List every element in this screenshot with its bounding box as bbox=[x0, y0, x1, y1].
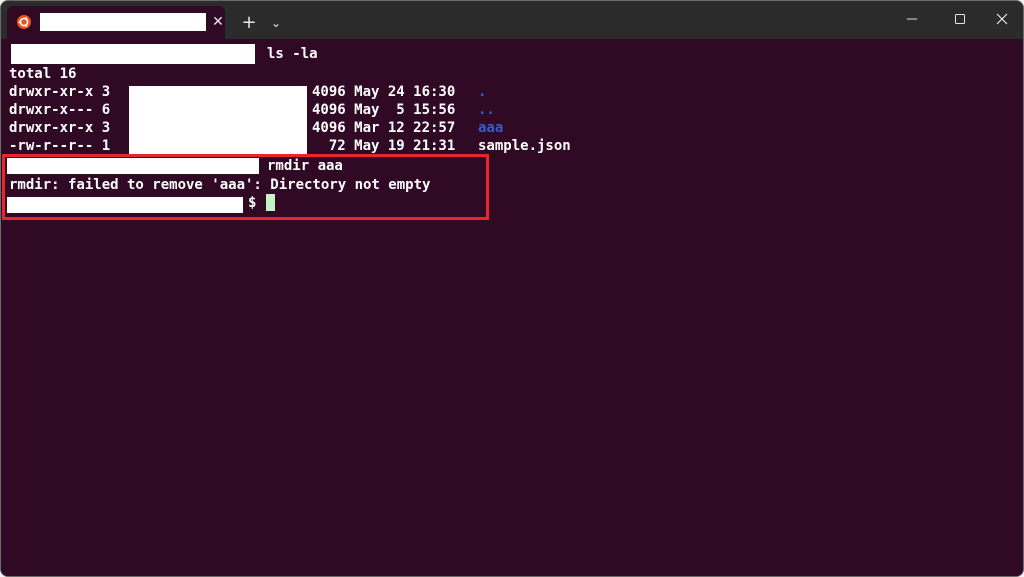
listing-perms: drwxr-xr-x 3 bbox=[9, 120, 111, 136]
close-window-button[interactable] bbox=[979, 1, 1023, 37]
tab-dropdown-button[interactable]: ⌄ bbox=[267, 13, 285, 33]
listing-name: aaa bbox=[478, 120, 504, 136]
minimize-button[interactable] bbox=[889, 1, 935, 37]
listing-size-date: 4096 May 5 15:56 bbox=[312, 102, 456, 118]
title-bar: ✕ + ⌄ bbox=[1, 1, 1023, 39]
listing-perms: drwxr-x--- 6 bbox=[9, 102, 111, 118]
listing-name: .. bbox=[478, 102, 495, 118]
new-tab-button[interactable]: + bbox=[239, 13, 259, 33]
listing-name: sample.json bbox=[478, 138, 571, 154]
tab-active[interactable]: ✕ bbox=[7, 6, 225, 39]
terminal-window: ✕ + ⌄ ls -la total 16 drwxr-xr-x 3 4096 … bbox=[0, 0, 1024, 577]
tab-title bbox=[40, 13, 206, 31]
listing-perms: -rw-r--r-- 1 bbox=[9, 138, 111, 154]
listing-size-date: 4096 May 24 16:30 bbox=[312, 84, 456, 100]
close-tab-icon[interactable]: ✕ bbox=[210, 14, 226, 30]
listing-size-date: 72 May 19 21:31 bbox=[312, 138, 456, 154]
ubuntu-icon bbox=[17, 15, 31, 29]
output-line: total 16 bbox=[9, 66, 77, 82]
terminal-output[interactable]: ls -la total 16 drwxr-xr-x 3 4096 May 24… bbox=[1, 39, 1023, 576]
listing-size-date: 4096 Mar 12 22:57 bbox=[312, 120, 456, 136]
maximize-icon bbox=[955, 14, 965, 24]
close-icon bbox=[996, 13, 1008, 25]
command-text: ls -la bbox=[267, 46, 318, 62]
maximize-button[interactable] bbox=[937, 1, 983, 37]
highlight-box bbox=[2, 154, 489, 220]
listing-name: . bbox=[478, 84, 487, 100]
minimize-icon bbox=[907, 18, 917, 20]
listing-perms: drwxr-xr-x 3 bbox=[9, 84, 111, 100]
redacted-owner-group bbox=[129, 86, 307, 154]
redacted-prompt bbox=[11, 44, 255, 64]
